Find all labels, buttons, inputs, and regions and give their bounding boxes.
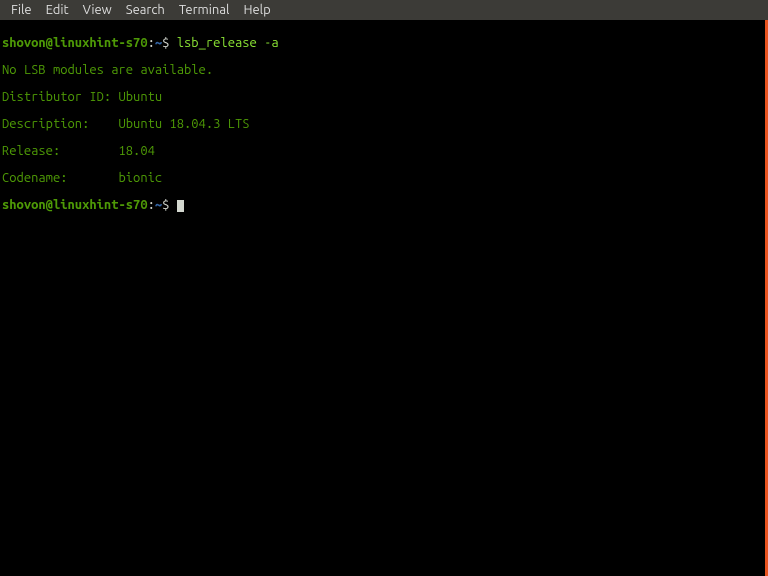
output-line: Distributor ID: Ubuntu [2,91,766,105]
menu-view[interactable]: View [76,1,119,19]
output-line: Description: Ubuntu 18.04.3 LTS [2,118,766,132]
terminal-line: shovon@linuxhint-s70:~$ [2,199,766,213]
prompt-sep: : [148,198,155,212]
terminal-line: shovon@linuxhint-s70:~$ lsb_release -a [2,37,766,51]
output-line: Release: 18.04 [2,145,766,159]
menu-edit[interactable]: Edit [39,1,76,19]
menubar: File Edit View Search Terminal Help [0,0,768,20]
menu-search[interactable]: Search [119,1,172,19]
output-line: Codename: bionic [2,172,766,186]
terminal-output-area[interactable]: shovon@linuxhint-s70:~$ lsb_release -a N… [0,20,768,576]
menu-terminal[interactable]: Terminal [172,1,237,19]
output-line: No LSB modules are available. [2,64,766,78]
prompt-userhost: shovon@linuxhint-s70 [2,36,148,50]
command-text: lsb_release -a [177,36,279,50]
menu-help[interactable]: Help [236,1,277,19]
prompt-userhost: shovon@linuxhint-s70 [2,198,148,212]
menu-file[interactable]: File [4,1,39,19]
cursor-icon [177,200,184,212]
prompt-sep: : [148,36,155,50]
